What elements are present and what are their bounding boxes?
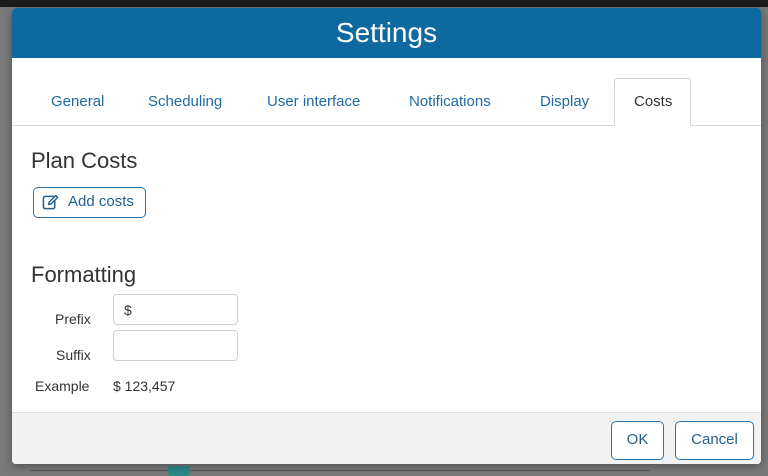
tab-bar: General Scheduling User interface Notifi… [12,58,761,126]
background-top-bar [0,0,768,7]
example-label: Example [35,378,90,394]
tab-costs[interactable]: Costs [614,78,691,126]
dialog-footer: OK Cancel [12,412,761,464]
background-pill [168,466,190,476]
formatting-heading: Formatting [31,262,137,287]
background-line [30,470,650,471]
tab-scheduling[interactable]: Scheduling [148,91,222,113]
prefix-label: Prefix [55,311,91,327]
background-timeline [30,466,650,476]
dialog-title: Settings [12,8,761,58]
costs-panel: Plan Costs Add costs Formatting Prefix S… [12,126,761,412]
tab-user-interface[interactable]: User interface [267,91,360,113]
tab-display[interactable]: Display [540,91,589,113]
cancel-button[interactable]: Cancel [675,421,754,460]
edit-icon [42,194,59,210]
ok-button[interactable]: OK [611,421,664,460]
background-fragment [0,205,12,295]
settings-dialog: Settings General Scheduling User interfa… [12,8,761,464]
plan-costs-heading: Plan Costs [31,148,138,173]
prefix-input[interactable] [113,294,238,325]
tab-notifications[interactable]: Notifications [409,91,491,113]
example-value: $ 123,457 [113,378,176,394]
add-costs-button[interactable]: Add costs [33,187,146,218]
tab-general[interactable]: General [51,91,104,113]
add-costs-label: Add costs [68,193,134,210]
suffix-input[interactable] [113,330,238,361]
suffix-label: Suffix [56,347,91,363]
